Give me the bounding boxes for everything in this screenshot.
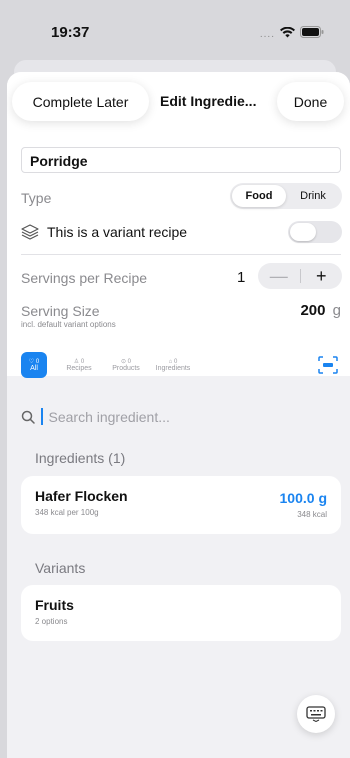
variant-name: Fruits	[35, 597, 74, 613]
barcode-scan-icon	[318, 356, 338, 374]
servings-stepper: — +	[258, 263, 342, 289]
wifi-icon	[280, 25, 295, 43]
filter-label: All	[30, 365, 38, 372]
sheet-title: Edit Ingredie...	[160, 93, 257, 109]
serving-size-label: Serving Size	[21, 303, 100, 319]
filter-tab-recipes[interactable]: ♙ 0 Recipes	[60, 352, 98, 378]
search-bar[interactable]: Search ingredient...	[21, 408, 170, 425]
done-button[interactable]: Done	[277, 82, 344, 121]
type-option-food[interactable]: Food	[232, 185, 286, 207]
filter-tab-products[interactable]: ⊙ 0 Products	[107, 352, 145, 378]
edit-sheet: Complete Later Edit Ingredie... Done Por…	[7, 72, 350, 758]
variants-section-title: Variants	[35, 560, 86, 576]
filter-label: Products	[112, 365, 140, 372]
status-time: 19:37	[51, 24, 90, 41]
battery-icon	[300, 25, 324, 43]
serving-size-value: 200	[300, 302, 326, 319]
status-icons: ....	[260, 25, 324, 43]
text-cursor	[41, 408, 43, 425]
search-input[interactable]: Search ingredient...	[49, 409, 170, 425]
type-option-drink[interactable]: Drink	[286, 185, 340, 207]
source-filter-tabs: ♡ 0 All ♙ 0 Recipes ⊙ 0 Products ⌂ 0 Ing…	[21, 352, 201, 378]
layers-icon	[21, 224, 39, 245]
keyboard-icon	[306, 706, 326, 722]
filter-label: Ingredients	[155, 364, 191, 372]
filter-tab-all[interactable]: ♡ 0 All	[21, 352, 47, 378]
type-label: Type	[21, 190, 52, 206]
variant-recipe-toggle[interactable]	[288, 221, 342, 243]
ingredient-card[interactable]: Hafer Flocken 348 kcal per 100g 100.0 g …	[21, 476, 341, 534]
signal-dots: ....	[259, 28, 275, 40]
servings-increment-button[interactable]: +	[301, 266, 343, 287]
ingredients-section-title: Ingredients (1)	[35, 450, 126, 466]
variant-card[interactable]: Fruits 2 options	[21, 585, 341, 641]
filter-tab-ingredients[interactable]: ⌂ 0 Ingredients	[154, 352, 192, 378]
ingredient-kcal-per-100g: 348 kcal per 100g	[35, 508, 99, 517]
keyboard-button[interactable]	[297, 695, 335, 733]
servings-label: Servings per Recipe	[21, 270, 148, 286]
variant-recipe-label: This is a variant recipe	[47, 224, 188, 240]
complete-later-button[interactable]: Complete Later	[12, 82, 149, 121]
serving-size-note: incl. default variant options	[21, 320, 116, 329]
ingredient-kcal: 348 kcal	[297, 510, 327, 519]
divider	[21, 254, 341, 255]
servings-decrement-button[interactable]: —	[258, 266, 300, 287]
status-bar: 19:37 ....	[0, 0, 350, 60]
search-icon	[21, 410, 35, 424]
toggle-knob	[290, 223, 316, 241]
ingredient-name: Hafer Flocken	[35, 488, 128, 504]
type-segmented-control: Food Drink	[230, 183, 342, 209]
recipe-name-field[interactable]: Porridge	[21, 147, 341, 173]
servings-value: 1	[237, 269, 246, 286]
ingredient-amount[interactable]: 100.0 g	[280, 490, 327, 506]
variant-options-count: 2 options	[35, 617, 68, 626]
recipe-form: Complete Later Edit Ingredie... Done Por…	[7, 72, 350, 376]
scan-button[interactable]	[318, 356, 338, 379]
serving-size-unit: g	[332, 302, 341, 319]
filter-label: Recipes	[66, 365, 92, 372]
